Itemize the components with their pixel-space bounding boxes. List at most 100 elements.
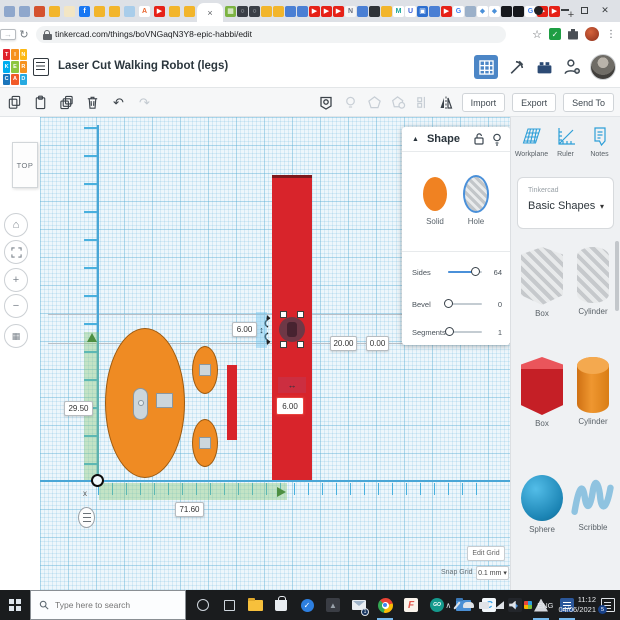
blocks-brick-icon[interactable] (534, 57, 554, 77)
pen-tray-icon[interactable] (454, 601, 461, 609)
shape-gallery-cylinder-hole-cyl[interactable]: Cylinder (570, 247, 616, 316)
taskbar-app-cortana[interactable] (190, 590, 216, 620)
ruler-tool[interactable]: Ruler (549, 125, 582, 167)
browser-tab-favicon[interactable]: ▶ (441, 6, 452, 17)
browser-tab-favicon[interactable]: ▶ (321, 6, 332, 17)
browser-tab-favicon[interactable]: ○ (249, 6, 260, 17)
browser-tab-favicon[interactable]: ▣ (417, 6, 428, 17)
design-title[interactable]: Laser Cut Walking Robot (legs) (58, 60, 228, 72)
browser-tab-favicon[interactable]: ▶ (333, 6, 344, 17)
extension-green-icon[interactable]: ✓ (549, 28, 561, 40)
browser-tab-favicon[interactable] (273, 6, 284, 17)
slider-track[interactable] (448, 271, 482, 273)
redo-icon[interactable]: ↷ (136, 94, 153, 111)
browser-tab-favicon[interactable] (501, 6, 512, 17)
ruler-menu-button[interactable] (78, 507, 95, 528)
onedrive-cloud-icon[interactable] (463, 602, 474, 608)
browser-tab-favicon[interactable] (94, 6, 105, 17)
browser-tab-favicon[interactable]: ◆ (477, 6, 488, 17)
colorful-app-tray-icon[interactable] (524, 601, 532, 609)
ruler-origin-handle[interactable] (91, 474, 104, 487)
copy-icon[interactable] (6, 94, 23, 111)
browser-tab-favicon[interactable] (513, 6, 524, 17)
browser-tab-favicon[interactable]: M (393, 6, 404, 17)
shape-gallery-cylinder-org-cyl[interactable]: Cylinder (570, 357, 616, 426)
sidebar-scrollbar[interactable] (615, 241, 619, 311)
url-text[interactable]: tinkercad.com/things/boVNGaqN3Y8-epic-ha… (55, 29, 252, 39)
show-hidden-bulb-icon[interactable] (342, 94, 359, 111)
browser-tab-favicon[interactable] (285, 6, 296, 17)
delete-trash-icon[interactable] (84, 94, 101, 111)
slider-knob[interactable] (471, 267, 480, 276)
browser-tab-favicon[interactable] (357, 6, 368, 17)
dim-gap[interactable]: 20.00 (330, 336, 357, 351)
browser-tabs-right[interactable]: ▦○○▶▶▶NMU▣▶G◆◆G▶▶ (225, 0, 560, 22)
minimize-button[interactable] (561, 9, 569, 11)
taskbar-app-explorer[interactable] (242, 590, 268, 620)
close-tab-icon[interactable]: × (207, 8, 212, 18)
export-button[interactable]: Export (512, 93, 556, 112)
browser-tab-favicon[interactable]: A (139, 6, 150, 17)
snap-grid-dropdown[interactable]: 0.1 mm▾ (476, 566, 509, 580)
tinker-pickaxe-icon[interactable] (506, 57, 526, 77)
selection-handle[interactable] (297, 311, 304, 318)
disc-pill-hole[interactable] (133, 388, 148, 420)
browser-tab-favicon[interactable]: ◆ (489, 6, 500, 17)
browser-tab-favicon[interactable] (19, 6, 30, 17)
annotation-marker-icon[interactable] (318, 94, 335, 111)
close-window-button[interactable]: ✕ (600, 5, 610, 16)
browser-tab-favicon[interactable]: ○ (237, 6, 248, 17)
dim-sel-width-active[interactable]: 6.00 (276, 397, 304, 415)
browser-tab-favicon[interactable] (381, 6, 392, 17)
browser-tab-favicon[interactable] (109, 6, 120, 17)
dim-sel-height[interactable]: 6.00 (232, 322, 257, 337)
taskbar-search[interactable] (30, 590, 186, 620)
browser-tab-favicon[interactable]: N (345, 6, 356, 17)
mirror-flip-icon[interactable] (438, 94, 455, 111)
shape-gallery-sphere-sphere[interactable]: Sphere (519, 475, 565, 534)
browser-tab-favicon[interactable]: G (453, 6, 464, 17)
workplane-tool[interactable]: Workplane (515, 125, 548, 167)
thin-red-plank-shape[interactable] (227, 365, 237, 440)
fit-view-button[interactable] (4, 240, 28, 264)
taskbar-app-store[interactable] (268, 590, 294, 620)
browser-tab-favicon[interactable] (369, 6, 380, 17)
hole-swatch-selected[interactable] (463, 175, 489, 213)
taskbar-app-mail[interactable]: 1 (346, 590, 372, 620)
group-icon[interactable] (366, 94, 383, 111)
start-button[interactable] (0, 590, 30, 620)
dashboard-grid-button[interactable] (474, 55, 498, 79)
reload-icon[interactable]: ↻ (16, 28, 32, 41)
active-tab[interactable]: × (197, 3, 223, 22)
ungroup-icon[interactable] (390, 94, 407, 111)
dim-zero[interactable]: 0.00 (366, 336, 389, 351)
shape-gallery-scribble-scribble[interactable]: Scribble (570, 475, 616, 532)
shape-gallery-box-hole-box[interactable]: Box (519, 247, 565, 318)
dim-plate-height[interactable]: 29.50 (64, 401, 93, 416)
browser-tab-favicon[interactable]: ▶ (154, 6, 165, 17)
browser-tab-favicon[interactable]: U (405, 6, 416, 17)
selection-handle[interactable] (297, 341, 304, 348)
taskbar-app-defender[interactable]: ✓ (294, 590, 320, 620)
send-to-button[interactable]: Send To (563, 93, 614, 112)
paste-icon[interactable] (32, 94, 49, 111)
tinkercad-logo[interactable]: TINKERCAD (3, 49, 27, 85)
browser-tab-favicon[interactable]: ▶ (309, 6, 320, 17)
browser-tab-favicon[interactable] (429, 6, 440, 17)
taskbar-app-taskview[interactable] (216, 590, 242, 620)
browser-tab-favicon[interactable] (169, 6, 180, 17)
view-cube-top[interactable]: TOP (12, 142, 38, 188)
slider-track[interactable] (448, 331, 482, 333)
disc-square-hole[interactable] (156, 393, 173, 408)
browser-tab-favicon[interactable] (4, 6, 15, 17)
browser-tab-favicon[interactable] (297, 6, 308, 17)
home-view-button[interactable]: ⌂ (4, 213, 28, 237)
maximize-button[interactable] (581, 7, 588, 14)
bulb-icon[interactable] (492, 133, 502, 146)
volume-icon[interactable] (509, 601, 519, 610)
browser-tab-favicon[interactable] (465, 6, 476, 17)
tray-chevron-icon[interactable]: ∧ (445, 601, 451, 610)
shape-library-dropdown[interactable]: Tinkercad Basic Shapes ▾ (517, 177, 614, 229)
clock[interactable]: 11:12 04/06/2021 (558, 595, 596, 616)
selection-handle[interactable] (280, 311, 287, 318)
